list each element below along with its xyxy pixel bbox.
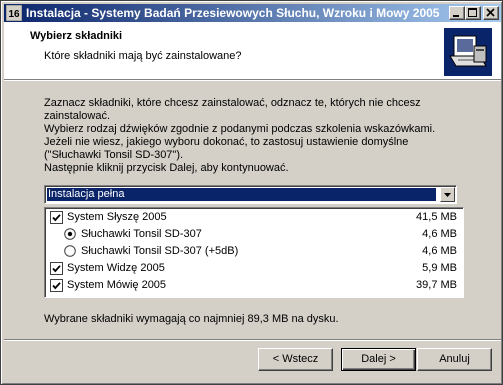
components-list[interactable]: System Słyszę 2005 41,5 MB Słuchawki Tonsi… bbox=[44, 207, 464, 298]
instructions: Zaznacz składniki, które chcesz zainstal… bbox=[44, 97, 464, 175]
required-space-text: Wybrane składniki wymagają co najmniej 8… bbox=[44, 313, 339, 325]
component-label: System Widzę 2005 bbox=[67, 262, 165, 274]
maximize-button[interactable] bbox=[465, 6, 481, 20]
window-title: Instalacja - Systemy Badań Przesiewowych… bbox=[26, 6, 440, 20]
component-label: System Słyszę 2005 bbox=[67, 211, 167, 223]
page-subtitle: Które składniki mają być zainstalowane? bbox=[44, 50, 242, 62]
next-button[interactable]: Dalej > bbox=[341, 348, 416, 371]
chevron-down-icon bbox=[444, 193, 451, 197]
component-size: 4,6 MB bbox=[422, 245, 457, 257]
app-icon-text: 16 bbox=[8, 9, 20, 20]
page-title: Wybierz składniki bbox=[30, 30, 123, 42]
component-size: 39,7 MB bbox=[416, 279, 457, 291]
computer-install-icon bbox=[444, 28, 492, 76]
component-label: Słuchawki Tonsil SD-307 bbox=[81, 228, 202, 240]
component-size: 41,5 MB bbox=[416, 211, 457, 223]
instruction-line-2: Wybierz rodzaj dźwięków zgodnie z podany… bbox=[44, 123, 436, 161]
installer-window: 16 Instalacja - Systemy Badań Przesiewow… bbox=[0, 0, 503, 385]
minimize-button[interactable] bbox=[449, 6, 465, 20]
cancel-button[interactable]: Anuluj bbox=[417, 348, 492, 371]
close-icon bbox=[486, 8, 495, 17]
footer-separator bbox=[4, 339, 501, 341]
component-row[interactable]: Słuchawki Tonsil SD-307 (+5dB) 4,6 MB bbox=[47, 243, 461, 260]
wizard-header: Wybierz składniki Które składniki mają b… bbox=[4, 22, 501, 79]
component-size: 4,6 MB bbox=[422, 228, 457, 240]
component-label: Słuchawki Tonsil SD-307 (+5dB) bbox=[81, 245, 239, 257]
component-row[interactable]: System Mówię 2005 39,7 MB bbox=[47, 277, 461, 294]
maximize-icon bbox=[468, 8, 477, 17]
close-button[interactable] bbox=[483, 6, 499, 20]
install-type-select[interactable]: Instalacja pełna bbox=[44, 185, 457, 204]
radio-icon[interactable] bbox=[64, 245, 76, 257]
checkbox-checked-icon[interactable] bbox=[50, 211, 63, 224]
minimize-icon bbox=[453, 15, 459, 17]
app-icon: 16 bbox=[6, 5, 22, 21]
dropdown-button[interactable] bbox=[440, 187, 455, 202]
checkbox-checked-icon[interactable] bbox=[50, 279, 63, 292]
title-bar[interactable]: 16 Instalacja - Systemy Badań Przesiewow… bbox=[4, 4, 501, 22]
radio-selected-icon[interactable] bbox=[64, 228, 76, 240]
back-button[interactable]: < Wstecz bbox=[258, 348, 333, 371]
component-row[interactable]: System Słyszę 2005 41,5 MB bbox=[47, 209, 461, 226]
header-separator bbox=[4, 79, 501, 81]
component-size: 5,9 MB bbox=[422, 262, 457, 274]
instruction-line-3: Następnie kliknij przycisk Dalej, aby ko… bbox=[44, 162, 289, 174]
instruction-line-1: Zaznacz składniki, które chcesz zainstal… bbox=[44, 97, 421, 122]
install-type-value: Instalacja pełna bbox=[46, 187, 437, 202]
component-row[interactable]: Słuchawki Tonsil SD-307 4,6 MB bbox=[47, 226, 461, 243]
component-label: System Mówię 2005 bbox=[67, 279, 167, 291]
component-row[interactable]: System Widzę 2005 5,9 MB bbox=[47, 260, 461, 277]
checkbox-checked-icon[interactable] bbox=[50, 262, 63, 275]
